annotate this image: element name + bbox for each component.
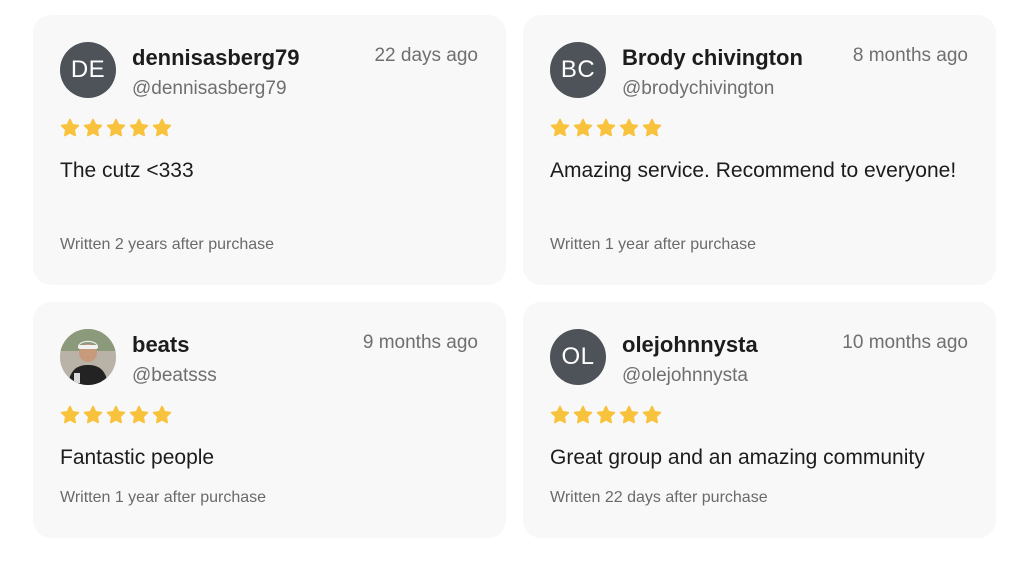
- review-text: Amazing service. Recommend to everyone!: [550, 159, 957, 182]
- star-icon: [596, 405, 616, 424]
- written-after-purchase: Written 1 year after purchase: [550, 236, 757, 253]
- review-card: DE dennisasberg79 @dennisasberg79 22 day…: [33, 15, 506, 285]
- user-photo-icon: [60, 329, 116, 385]
- star-icon: [106, 118, 126, 137]
- review-card: BC Brody chivington @brodychivington 8 m…: [523, 15, 996, 285]
- written-after-purchase: Written 2 years after purchase: [60, 236, 275, 253]
- written-after-purchase: Written 1 year after purchase: [60, 489, 267, 506]
- star-icon: [106, 405, 126, 424]
- review-time: 8 months ago: [852, 45, 968, 66]
- avatar: BC: [550, 42, 606, 98]
- star-rating: [60, 118, 172, 138]
- review-time: 10 months ago: [842, 332, 968, 353]
- star-icon: [550, 405, 570, 424]
- star-icon: [573, 118, 593, 137]
- reviewer-name[interactable]: olejohnnysta: [622, 332, 758, 358]
- reviewer-name[interactable]: beats: [132, 332, 189, 358]
- star-icon: [642, 118, 662, 137]
- avatar: OL: [550, 329, 606, 385]
- star-icon: [60, 405, 80, 424]
- review-time: 9 months ago: [362, 332, 478, 353]
- review-text: Fantastic people: [60, 446, 215, 469]
- reviewer-name[interactable]: Brody chivington: [622, 45, 803, 71]
- star-icon: [619, 405, 639, 424]
- star-rating: [550, 405, 662, 425]
- star-rating: [550, 118, 662, 138]
- reviewer-handle: @olejohnnysta: [622, 365, 748, 386]
- star-icon: [83, 118, 103, 137]
- reviews-grid: DE dennisasberg79 @dennisasberg79 22 day…: [0, 0, 1024, 563]
- review-card: beats @beatsss 9 months ago Fantastic pe…: [33, 302, 506, 538]
- star-icon: [152, 405, 172, 424]
- review-time: 22 days ago: [374, 45, 478, 66]
- star-icon: [83, 405, 103, 424]
- star-icon: [642, 405, 662, 424]
- star-icon: [573, 405, 593, 424]
- star-icon: [619, 118, 639, 137]
- star-icon: [129, 118, 149, 137]
- star-rating: [60, 405, 172, 425]
- reviewer-handle: @brodychivington: [622, 78, 775, 99]
- star-icon: [596, 118, 616, 137]
- review-text: Great group and an amazing community: [550, 446, 925, 469]
- review-card: OL olejohnnysta @olejohnnysta 10 months …: [523, 302, 996, 538]
- avatar: DE: [60, 42, 116, 98]
- star-icon: [60, 118, 80, 137]
- star-icon: [152, 118, 172, 137]
- reviewer-name[interactable]: dennisasberg79: [132, 45, 300, 71]
- reviewer-handle: @dennisasberg79: [132, 78, 287, 99]
- written-after-purchase: Written 22 days after purchase: [550, 489, 768, 506]
- star-icon: [129, 405, 149, 424]
- review-text: The cutz <333: [60, 159, 194, 182]
- reviewer-handle: @beatsss: [132, 365, 217, 386]
- avatar-photo: [60, 329, 116, 385]
- star-icon: [550, 118, 570, 137]
